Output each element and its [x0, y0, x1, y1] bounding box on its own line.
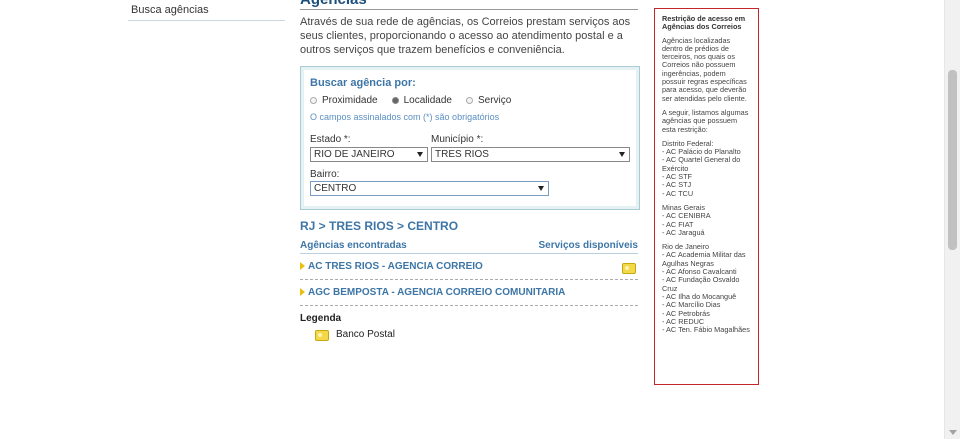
- agency-link[interactable]: AC TRES RIOS - AGENCIA CORREIO: [308, 261, 483, 272]
- expand-arrow-icon[interactable]: [300, 288, 305, 296]
- bairro-label: Bairro:: [310, 169, 340, 180]
- required-note: O campos assinalados com (*) são obrigat…: [310, 112, 500, 122]
- banco-postal-icon: [622, 263, 636, 274]
- radio-dot-icon[interactable]: [465, 97, 473, 104]
- radio-label: Localidade: [403, 95, 452, 106]
- sidebar-group-df: Distrito Federal: - AC Palácio do Planal…: [662, 139, 751, 198]
- left-nav: Busca agências: [128, 0, 285, 21]
- legend-banco-postal: Banco Postal: [336, 329, 395, 340]
- expand-arrow-icon[interactable]: [300, 262, 305, 270]
- dropdown-arrow-icon: [417, 152, 423, 157]
- restriction-sidebar: Restrição de acesso em Agências dos Corr…: [654, 8, 759, 385]
- scrollbar-thumb[interactable]: [948, 70, 957, 250]
- list-item: - AC TCU: [662, 188, 694, 198]
- radio-label: Serviço: [477, 95, 512, 106]
- dropdown-arrow-icon: [538, 186, 544, 191]
- radio-dot-icon[interactable]: [310, 97, 317, 104]
- col-agencias: Agências encontradas: [300, 240, 407, 251]
- bairro-value: CENTRO: [314, 183, 357, 194]
- banco-postal-icon: [315, 330, 329, 341]
- estado-label: Estado *:: [310, 134, 351, 145]
- radio-servico[interactable]: Serviço: [465, 95, 512, 106]
- radio-label: Proximidade: [322, 95, 378, 106]
- sidebar-paragraph: A seguir, listamos algumas agências que …: [662, 107, 749, 134]
- bairro-select[interactable]: CENTRO: [310, 181, 549, 196]
- intro-text: Através de sua rede de agências, os Corr…: [300, 16, 631, 56]
- search-mode-radios: Proximidade Localidade Serviço: [310, 95, 511, 106]
- scroll-down-arrow-icon[interactable]: [949, 430, 957, 435]
- list-item: - AC Ten. Fábio Magalhães: [662, 325, 750, 335]
- results-breadcrumb: RJ > TRES RIOS > CENTRO: [300, 219, 459, 233]
- list-item: - AC Jaraguá: [662, 227, 705, 237]
- agency-link[interactable]: AGC BEMPOSTA - AGENCIA CORREIO COMUNITAR…: [308, 287, 565, 298]
- legend-title: Legenda: [300, 313, 342, 324]
- search-title: Buscar agência por:: [310, 77, 416, 89]
- list-item: - AC Academia Militar das Agulhas Negras: [662, 250, 746, 268]
- estado-select[interactable]: RIO DE JANEIRO: [310, 147, 428, 162]
- search-panel: Buscar agência por: Proximidade Localida…: [300, 66, 640, 210]
- list-item: - AC Fundação Osvaldo Cruz: [662, 275, 740, 293]
- page-title: Agências: [300, 0, 638, 10]
- radio-dot-icon[interactable]: [391, 97, 399, 104]
- nav-item-busca-agencias[interactable]: Busca agências: [128, 0, 285, 21]
- list-item: - AC Quartel General do Exército: [662, 155, 741, 173]
- radio-proximidade[interactable]: Proximidade: [310, 95, 378, 106]
- dropdown-arrow-icon: [619, 152, 625, 157]
- sidebar-group-rj: Rio de Janeiro - AC Academia Militar das…: [662, 242, 751, 335]
- sidebar-title: Restrição de acesso em Agências dos Corr…: [662, 14, 746, 32]
- results-header: Agências encontradas Serviços disponívei…: [300, 240, 638, 254]
- col-servicos: Serviços disponíveis: [538, 240, 639, 251]
- table-row: AGC BEMPOSTA - AGENCIA CORREIO COMUNITAR…: [300, 287, 638, 306]
- sidebar-paragraph: Agências localizadas dentro de prédios d…: [662, 35, 747, 103]
- municipio-label: Município *:: [431, 134, 484, 145]
- table-row: AC TRES RIOS - AGENCIA CORREIO: [300, 261, 638, 280]
- vertical-scrollbar[interactable]: [944, 0, 960, 439]
- radio-localidade[interactable]: Localidade: [391, 95, 452, 106]
- sidebar-group-mg: Minas Gerais - AC CENIBRA - AC FIAT - AC…: [662, 203, 751, 237]
- municipio-value: TRES RIOS: [435, 149, 489, 160]
- municipio-select[interactable]: TRES RIOS: [431, 147, 630, 162]
- estado-value: RIO DE JANEIRO: [314, 149, 395, 160]
